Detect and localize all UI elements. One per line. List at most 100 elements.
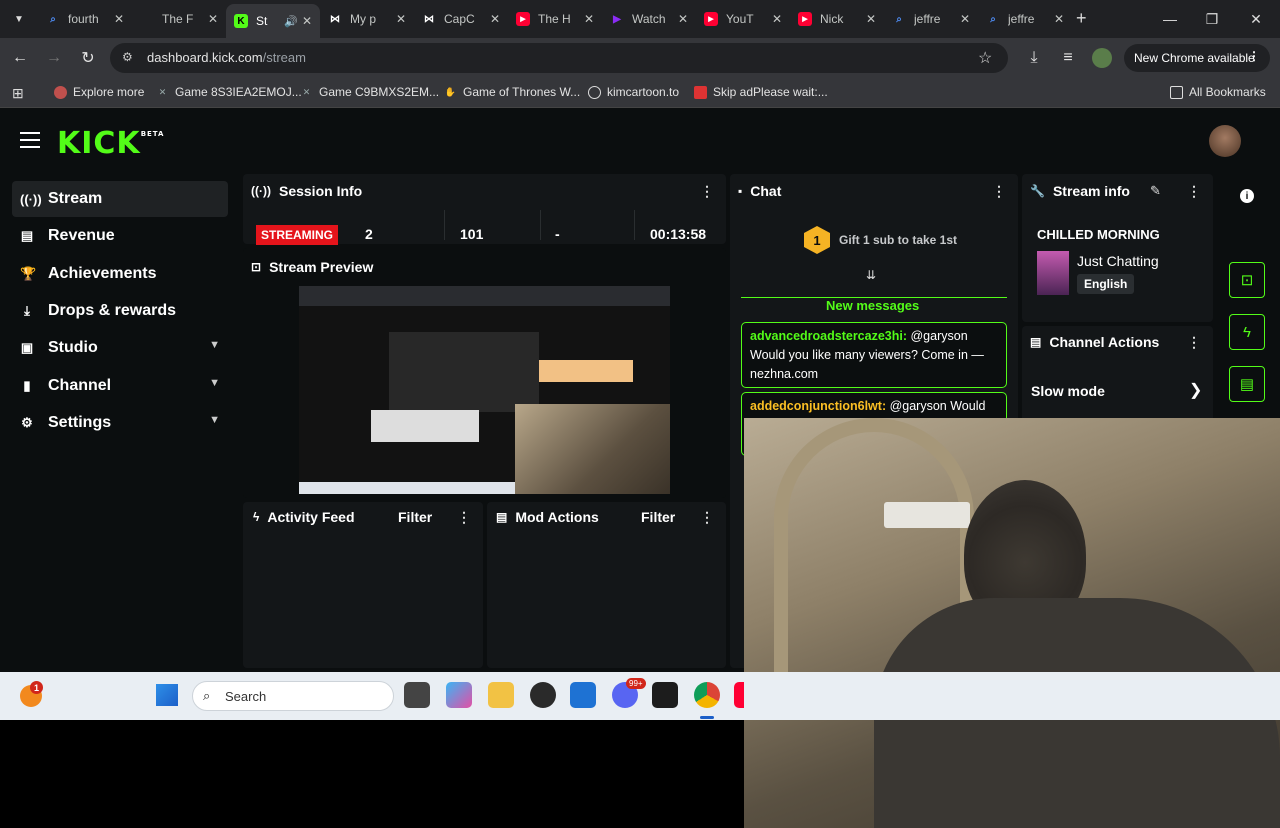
chat-username[interactable]: addedconjunction6lwt:: [750, 399, 886, 413]
bookmark-game-1[interactable]: ✕ Game 8S3IEA2EMOJ...: [156, 85, 302, 99]
taskbar-search-label: Search: [225, 689, 267, 704]
stream-preview-title: ⊡ Stream Preview: [251, 259, 374, 275]
browser-tab[interactable]: ⋈ CapC ✕: [414, 4, 508, 34]
screen-capture-button[interactable]: ⊡: [1229, 262, 1265, 298]
audio-playing-icon[interactable]: 🔊: [284, 15, 298, 28]
task-view-icon[interactable]: [404, 682, 430, 708]
browser-tab-title: Watch: [632, 12, 666, 26]
chat-username[interactable]: advancedroadstercaze3hi:: [750, 329, 907, 343]
chat-kebab-icon[interactable]: ⋮: [992, 183, 1006, 200]
sidebar-item-drops-rewards[interactable]: ⤓ Drops & rewards: [12, 293, 228, 329]
restore-button[interactable]: ❐: [1190, 0, 1234, 38]
site-info-icon[interactable]: ⚙: [122, 50, 133, 64]
apps-grid-icon[interactable]: ⊞: [12, 85, 24, 102]
kick-logo[interactable]: KICKBETA: [57, 126, 164, 161]
profile-avatar[interactable]: [1092, 48, 1112, 68]
close-tab-icon[interactable]: ✕: [208, 12, 218, 26]
bookmark-explore-more[interactable]: Explore more: [54, 85, 144, 99]
close-tab-icon[interactable]: ✕: [302, 14, 312, 28]
taskbar-search[interactable]: ⌕ Search: [192, 681, 394, 711]
mod-filter-button[interactable]: Filter: [641, 509, 675, 525]
bookmark-game-of-thrones[interactable]: ✋ Game of Thrones W...: [444, 85, 580, 99]
chat-message[interactable]: advancedroadstercaze3hi: @garyson Would …: [741, 322, 1007, 388]
minimize-button[interactable]: —: [1148, 0, 1192, 38]
stream-preview-video[interactable]: [299, 286, 670, 494]
outlook-icon[interactable]: [570, 682, 596, 708]
close-tab-icon[interactable]: ✕: [584, 12, 594, 26]
browser-tab[interactable]: ▶ Watch ✕: [602, 4, 696, 34]
sidebar-item-achievements[interactable]: 🏆 Achievements: [12, 256, 228, 292]
youtube-taskbar-icon[interactable]: [734, 682, 744, 708]
browser-tab[interactable]: ▶ Nick ✕: [790, 4, 884, 34]
sidebar-item-revenue[interactable]: ▤ Revenue: [12, 218, 228, 254]
address-bar[interactable]: ⚙ dashboard.kick.com/stream ☆: [110, 43, 1008, 73]
sidebar-item-channel[interactable]: ▮ Channel ▼: [12, 368, 228, 404]
close-tab-icon[interactable]: ✕: [396, 12, 406, 26]
category-thumbnail[interactable]: [1037, 251, 1069, 295]
close-tab-icon[interactable]: ✕: [114, 12, 124, 26]
close-tab-icon[interactable]: ✕: [1054, 12, 1064, 26]
close-tab-icon[interactable]: ✕: [490, 12, 500, 26]
slow-mode-action[interactable]: Slow mode: [1031, 383, 1105, 399]
bookmark-star-icon[interactable]: ☆: [978, 48, 992, 68]
notes-button[interactable]: ▤: [1229, 366, 1265, 402]
close-tab-icon[interactable]: ✕: [678, 12, 688, 26]
copilot-icon[interactable]: [446, 682, 472, 708]
browser-tab[interactable]: ⋈ My p ✕: [320, 4, 414, 34]
download-icon[interactable]: ⤓: [1022, 46, 1046, 70]
sidebar-item-stream[interactable]: ((·)) Stream: [12, 181, 228, 217]
sidebar-item-studio[interactable]: ▣ Studio ▼: [12, 330, 228, 366]
chrome-icon[interactable]: [694, 682, 720, 708]
chrome-icon: [54, 85, 67, 99]
bookmark-skip-ad[interactable]: Skip adPlease wait:...: [694, 85, 828, 99]
chevron-right-icon[interactable]: ❯: [1189, 380, 1202, 400]
pin-icon[interactable]: ⇊: [866, 268, 876, 282]
channel-actions-kebab-icon[interactable]: ⋮: [1187, 334, 1201, 351]
close-tab-icon[interactable]: ✕: [772, 12, 782, 26]
bookmark-kimcartoon[interactable]: kimcartoon.to: [588, 85, 679, 99]
stream-info-kebab-icon[interactable]: ⋮: [1187, 183, 1201, 200]
mod-kebab-icon[interactable]: ⋮: [700, 509, 714, 526]
browser-tab[interactable]: ⌕ fourth ✕: [38, 4, 132, 34]
forward-button[interactable]: →: [42, 46, 66, 70]
edit-pencil-icon[interactable]: ✎: [1150, 183, 1161, 199]
menu-icon[interactable]: [20, 132, 40, 148]
browser-tab-title: CapC: [444, 12, 475, 26]
browser-tab-strip: ▼ ⌕ fourth ✕ The F ✕ K St 🔊 ✕ ⋈ My p ✕ ⋈ CapC ✕ ▶ The H ✕…: [0, 0, 1280, 38]
tab-search-dropdown[interactable]: ▼: [8, 8, 30, 30]
session-kebab-icon[interactable]: ⋮: [700, 183, 714, 200]
reload-button[interactable]: ↻: [76, 46, 100, 70]
info-icon[interactable]: i: [1240, 189, 1254, 203]
notification-badge: 1: [30, 681, 43, 694]
file-explorer-icon[interactable]: [488, 682, 514, 708]
new-chrome-available-button[interactable]: New Chrome available ⋮: [1124, 44, 1270, 72]
bookmark-game-2[interactable]: ✕ Game C9BMXS2EM...: [300, 85, 439, 99]
back-button[interactable]: ←: [8, 46, 32, 70]
browser-tab[interactable]: K St 🔊 ✕: [226, 4, 320, 38]
browser-tab-title: Nick: [820, 12, 844, 26]
browser-tab[interactable]: ⌕ jeffre ✕: [978, 4, 1072, 34]
browser-tab[interactable]: ▶ The H ✕: [508, 4, 602, 34]
play-icon: ▶: [613, 13, 621, 25]
browser-tab[interactable]: The F ✕: [132, 4, 226, 34]
gift-sub-text[interactable]: Gift 1 sub to take 1st: [839, 233, 957, 247]
close-window-button[interactable]: ✕: [1234, 0, 1278, 38]
app-icon[interactable]: [530, 682, 556, 708]
audio-editor-icon[interactable]: [652, 682, 678, 708]
menu-kebab-icon[interactable]: ⋮: [1248, 49, 1260, 63]
media-control-icon[interactable]: ≡: [1056, 46, 1080, 70]
close-tab-icon[interactable]: ✕: [960, 12, 970, 26]
user-avatar[interactable]: [1209, 125, 1241, 157]
activity-filter-button[interactable]: Filter: [398, 509, 432, 525]
quick-action-button[interactable]: ϟ: [1229, 314, 1265, 350]
session-info-title: ((·)) Session Info: [251, 183, 363, 199]
browser-tab[interactable]: ▶ YouT ✕: [696, 4, 790, 34]
windows-start-icon[interactable]: [156, 684, 178, 706]
close-tab-icon[interactable]: ✕: [866, 12, 876, 26]
category-name[interactable]: Just Chatting: [1077, 253, 1159, 269]
all-bookmarks[interactable]: All Bookmarks: [1170, 85, 1266, 99]
activity-kebab-icon[interactable]: ⋮: [457, 509, 471, 526]
browser-tab[interactable]: ⌕ jeffre ✕: [884, 4, 978, 34]
sidebar-item-settings[interactable]: ⚙ Settings ▼: [12, 405, 228, 441]
new-tab-button[interactable]: +: [1076, 8, 1087, 29]
